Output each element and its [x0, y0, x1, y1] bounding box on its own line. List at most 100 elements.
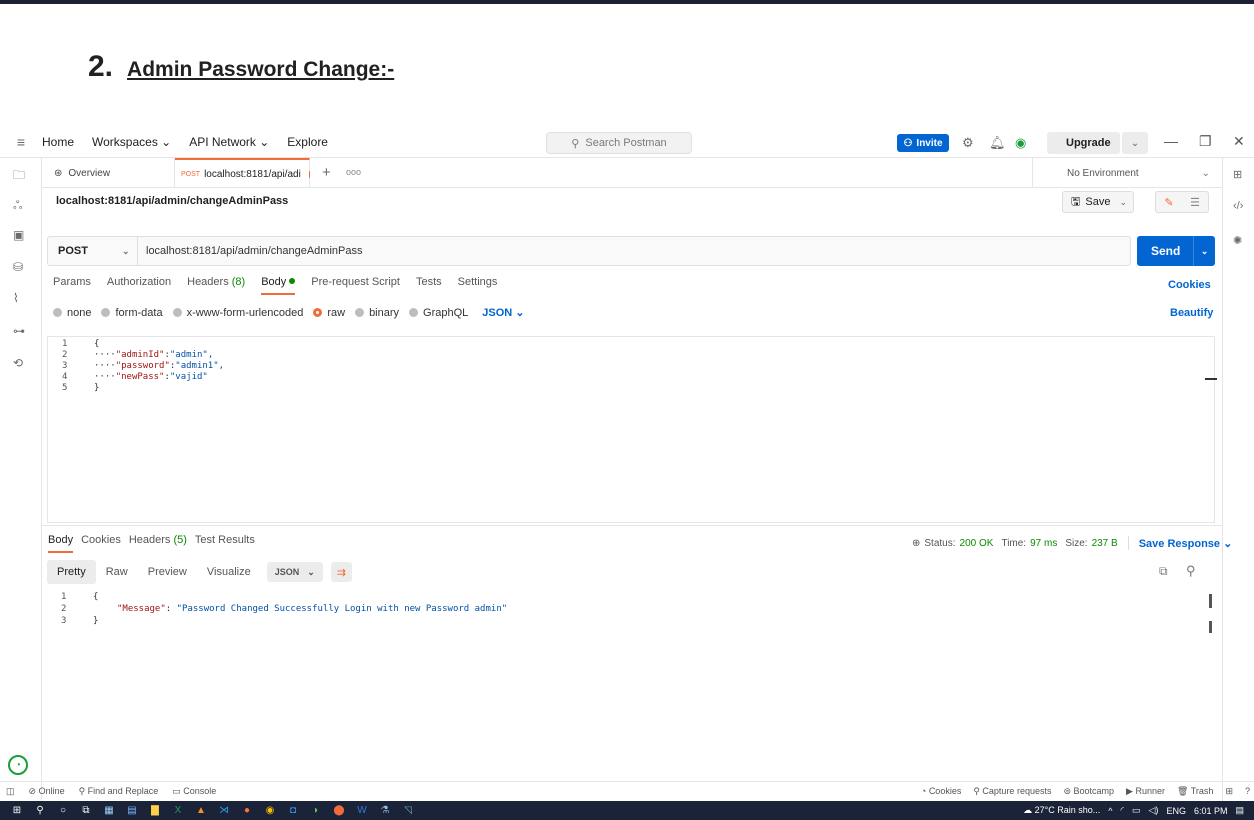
size-value[interactable]: 237 B	[1092, 538, 1118, 549]
network-icon[interactable]: ◜	[1121, 805, 1125, 816]
tab-tests[interactable]: Tests	[416, 276, 442, 293]
tab-params[interactable]: Params	[53, 276, 91, 293]
taskbar-app-icon[interactable]: ▦	[98, 803, 120, 818]
wrap-lines-icon[interactable]: ⇉	[330, 562, 352, 582]
console-button[interactable]: ▭ Console	[172, 786, 216, 797]
word-icon[interactable]: W	[351, 803, 373, 818]
tab-response-headers[interactable]: Headers (5)	[129, 534, 187, 552]
save-button[interactable]: 🖫︎ Save ⌄	[1062, 191, 1134, 213]
comment-icon[interactable]: ☰	[1182, 192, 1208, 212]
capture-requests-button[interactable]: ⚲ Capture requests	[973, 786, 1051, 797]
search-icon[interactable]: ⚲	[29, 803, 51, 818]
environments-icon[interactable]: ▣	[13, 228, 24, 242]
environment-selector[interactable]: No Environment ⌄	[1032, 158, 1222, 188]
tab-response-body[interactable]: Body	[48, 534, 74, 553]
collections-icon[interactable]: 🗀︎	[13, 166, 25, 187]
mock-servers-icon[interactable]: ⛁	[13, 260, 23, 274]
cookies-link[interactable]: Cookies	[1168, 279, 1211, 291]
body-format-select[interactable]: JSON ⌄	[482, 306, 524, 319]
view-raw[interactable]: Raw	[96, 560, 138, 584]
runner-button[interactable]: ▶ Runner	[1126, 786, 1165, 797]
radio-binary[interactable]: binary	[355, 307, 399, 319]
nav-home[interactable]: Home	[42, 135, 74, 149]
send-button[interactable]: Send ⌄	[1137, 236, 1215, 266]
language-indicator[interactable]: ENG	[1166, 806, 1186, 816]
battery-icon[interactable]: ▭	[1132, 805, 1141, 816]
radio-form-data[interactable]: form-data	[101, 307, 163, 319]
flows-icon[interactable]: ⊶	[13, 324, 25, 338]
tab-body[interactable]: Body	[261, 276, 296, 295]
tab-test-results[interactable]: Test Results	[195, 534, 255, 552]
firefox-icon[interactable]: ●	[236, 803, 258, 818]
vscode-icon[interactable]: ⋊	[213, 803, 235, 818]
help-icon[interactable]: ?	[1245, 786, 1250, 797]
search-input[interactable]: ⚲ Search Postman	[546, 132, 692, 154]
menu-icon[interactable]: ≡	[0, 134, 42, 150]
nav-workspaces[interactable]: Workspaces ⌄	[92, 135, 171, 149]
online-status[interactable]: ⊘ Online	[29, 786, 65, 797]
send-dropdown-chevron-icon[interactable]: ⌄	[1193, 236, 1215, 266]
chrome-icon[interactable]: ◉	[259, 803, 281, 818]
taskbar-app-icon[interactable]: ⚗	[374, 803, 396, 818]
tab-overview[interactable]: ⊛ Overview	[42, 158, 175, 188]
radio-raw[interactable]: raw	[313, 307, 345, 319]
cortana-icon[interactable]: ○	[52, 803, 74, 818]
environment-quicklook-icon[interactable]: ⊞	[1233, 168, 1242, 181]
invite-button[interactable]: ⚇ Invite	[897, 134, 949, 152]
pencil-icon[interactable]: ✎	[1156, 192, 1182, 212]
tab-settings[interactable]: Settings	[458, 276, 498, 293]
beautify-button[interactable]: Beautify	[1170, 307, 1213, 319]
monitors-icon[interactable]: ⌇	[13, 291, 19, 305]
upgrade-button[interactable]: Upgrade	[1047, 132, 1120, 154]
volume-icon[interactable]: ◁)	[1149, 805, 1159, 816]
file-explorer-icon[interactable]: ▇	[144, 803, 166, 818]
new-tab-plus-icon[interactable]: +	[322, 164, 331, 181]
taskbar-app-icon[interactable]: ◘	[282, 803, 304, 818]
request-body-editor[interactable]: 1 { 2 ····"adminId":"admin", 3 ····"pass…	[47, 336, 1217, 523]
radio-graphql[interactable]: GraphQL	[409, 307, 468, 319]
response-format-select[interactable]: JSON ⌄	[266, 562, 323, 582]
tab-active-request[interactable]: POST localhost:8181/api/adi	[175, 158, 310, 188]
tab-pre-request-script[interactable]: Pre-request Script	[311, 276, 400, 293]
maximize-icon[interactable]: ❐	[1199, 133, 1212, 150]
tab-authorization[interactable]: Authorization	[107, 276, 171, 293]
upgrade-dropdown[interactable]: ⌄	[1122, 132, 1148, 154]
bootcamp-progress-icon[interactable]: ◔	[8, 755, 28, 775]
save-response-button[interactable]: Save Response ⌄	[1139, 537, 1233, 550]
trash-button[interactable]: 🗑︎ Trash	[1177, 786, 1213, 797]
find-replace-button[interactable]: ⚲ Find and Replace	[79, 786, 159, 797]
view-preview[interactable]: Preview	[138, 560, 197, 584]
view-visualize[interactable]: Visualize	[197, 560, 261, 584]
copy-icon[interactable]: ⧉	[1159, 564, 1168, 579]
clock[interactable]: 6:01 PM	[1194, 806, 1228, 816]
response-body-viewer[interactable]: 1 { 2 "Message": "Password Changed Succe…	[47, 588, 1215, 768]
notification-icon[interactable]: ▤	[1235, 805, 1244, 816]
settings-icon[interactable]: ⚙	[962, 135, 974, 151]
taskbar-app-icon[interactable]: ▲	[190, 803, 212, 818]
method-select[interactable]: POST ⌄	[48, 237, 138, 265]
status-value[interactable]: 200 OK	[960, 538, 994, 549]
weather-widget[interactable]: ☁ 27°C Rain sho...	[1023, 805, 1100, 816]
search-icon[interactable]: ⚲	[1186, 563, 1196, 579]
history-icon[interactable]: ⟲	[13, 356, 23, 370]
radio-urlencoded[interactable]: x-www-form-urlencoded	[172, 307, 303, 319]
chevron-up-icon[interactable]: ^	[1108, 806, 1112, 816]
taskbar-app-icon[interactable]: ▤	[121, 803, 143, 818]
time-value[interactable]: 97 ms	[1030, 538, 1057, 549]
apis-icon[interactable]: ஃ	[13, 198, 22, 214]
code-icon[interactable]: ‹/›	[1233, 200, 1243, 212]
nav-explore[interactable]: Explore	[287, 135, 328, 149]
view-pretty[interactable]: Pretty	[47, 560, 96, 584]
postman-taskbar-icon[interactable]: ⬤	[328, 803, 350, 818]
taskbar-app-icon[interactable]: ◗	[305, 803, 327, 818]
close-icon[interactable]: ✕	[1233, 133, 1245, 150]
pane-divider[interactable]	[42, 525, 1222, 526]
url-input[interactable]: localhost:8181/api/admin/changeAdminPass	[138, 245, 362, 257]
bootcamp-button[interactable]: ⊜ Bootcamp	[1063, 786, 1114, 797]
tab-response-cookies[interactable]: Cookies	[81, 534, 121, 552]
excel-icon[interactable]: X	[167, 803, 189, 818]
radio-none[interactable]: none	[53, 307, 91, 319]
cookies-button[interactable]: ◔ Cookies	[921, 786, 961, 797]
task-view-icon[interactable]: ⧉	[75, 803, 97, 818]
more-tabs-icon[interactable]: ooo	[346, 167, 361, 177]
